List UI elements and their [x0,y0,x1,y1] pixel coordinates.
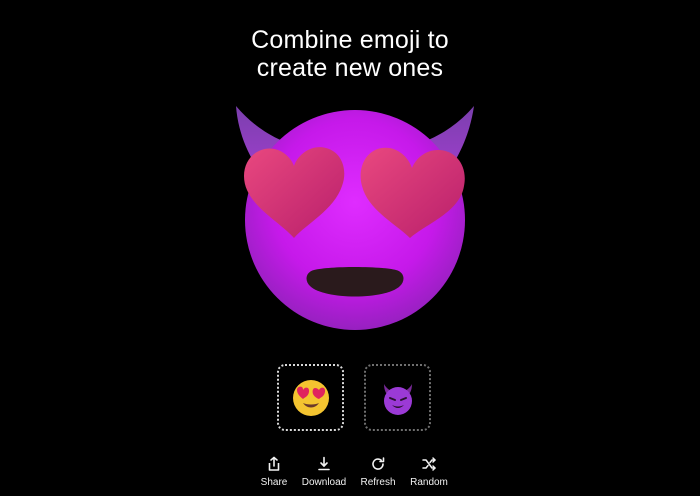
emoji-slot-right[interactable] [364,364,431,431]
refresh-button[interactable]: Refresh [358,456,398,490]
download-icon [318,456,330,471]
emoji-slot-left[interactable] [277,364,344,431]
page-title-line-2: create new ones [256,54,444,82]
heart-eyes-emoji [292,379,329,416]
combined-emoji-result [220,92,490,332]
refresh-icon [372,457,385,470]
random-button[interactable]: Random [408,456,450,490]
action-bar: Share Download Refresh Random [0,456,700,490]
share-label: Share [260,477,288,488]
share-icon [268,456,280,471]
download-button[interactable]: Download [299,456,349,490]
page-title-line-1: Combine emoji to [251,26,449,54]
random-label: Random [410,477,448,488]
combined-emoji-image [236,106,474,330]
smiling-devil-emoji [383,383,412,415]
refresh-label: Refresh [360,477,396,488]
shuffle-icon [422,457,436,471]
page-title: Combine emoji to create new ones [0,26,700,82]
download-label: Download [301,477,347,488]
share-button[interactable]: Share [256,456,292,490]
